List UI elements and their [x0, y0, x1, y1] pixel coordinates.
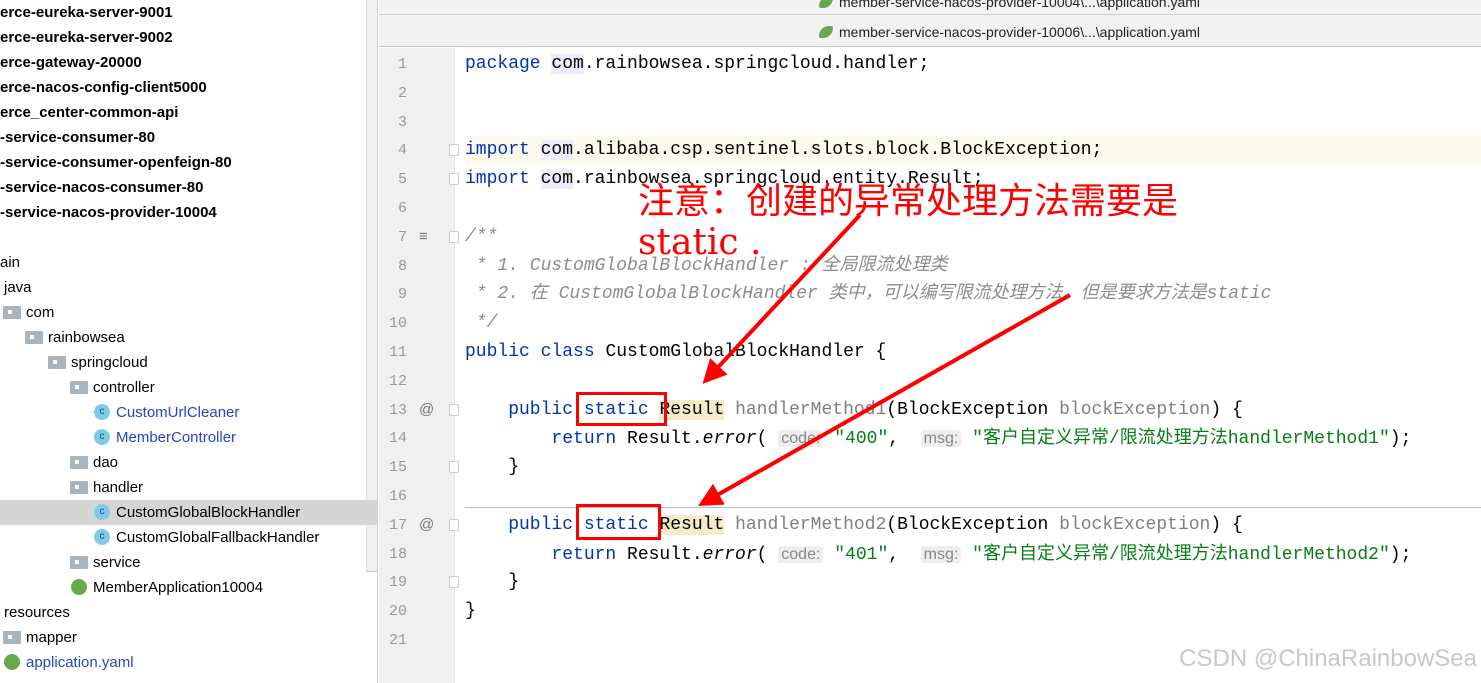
annotation-arrows — [698, 213, 1071, 506]
watermark: CSDN @ChinaRainbowSea — [1179, 645, 1477, 672]
arrow-to-static-2 — [698, 293, 1071, 506]
annotation-note-static: static . — [638, 222, 762, 263]
highlight-box-static-2 — [576, 504, 661, 540]
highlight-box-static-1 — [576, 392, 667, 426]
annotation-note: 注意：创建的异常处理方法需要是 — [638, 181, 1179, 222]
